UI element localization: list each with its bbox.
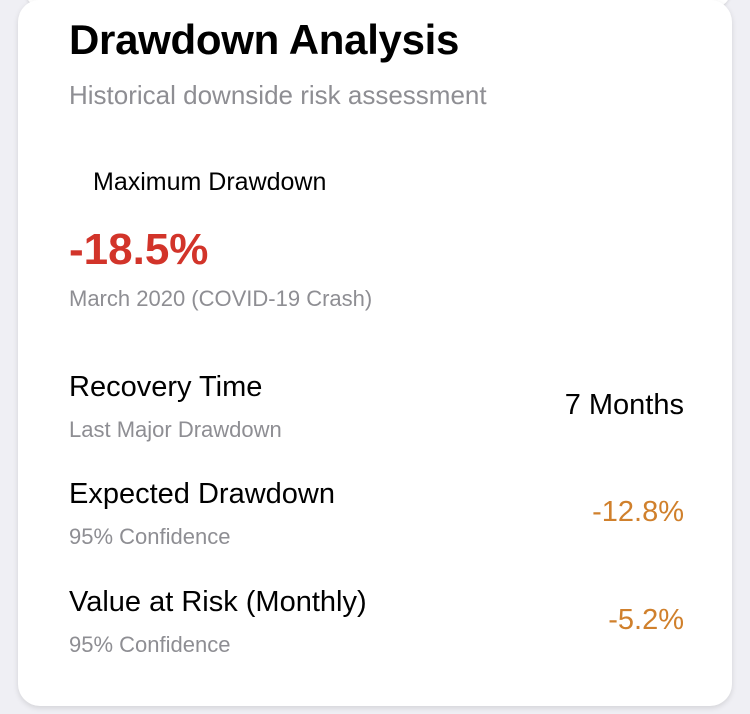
- metric-label: Value at Risk (Monthly): [69, 586, 367, 618]
- card-subtitle: Historical downside risk assessment: [69, 80, 487, 110]
- metric-label: Expected Drawdown: [69, 478, 335, 510]
- max-drawdown-value: -18.5%: [69, 225, 209, 274]
- drawdown-analysis-card: Drawdown Analysis Historical downside ri…: [18, 0, 732, 706]
- metric-row-recovery-time: Recovery Time Last Major Drawdown 7 Mont…: [69, 371, 684, 451]
- metric-value: 7 Months: [564, 389, 684, 421]
- metric-sublabel: Last Major Drawdown: [69, 417, 282, 442]
- metric-label: Recovery Time: [69, 371, 263, 403]
- metric-value: -5.2%: [608, 604, 684, 636]
- metric-sublabel: 95% Confidence: [69, 632, 231, 657]
- metric-value: -12.8%: [592, 496, 684, 528]
- max-drawdown-label: Maximum Drawdown: [93, 168, 327, 196]
- metric-row-expected-drawdown: Expected Drawdown 95% Confidence -12.8%: [69, 478, 684, 558]
- card-top-edge: [18, 0, 732, 14]
- card-title: Drawdown Analysis: [69, 16, 460, 63]
- metric-sublabel: 95% Confidence: [69, 524, 231, 549]
- max-drawdown-note: March 2020 (COVID-19 Crash): [69, 286, 373, 311]
- metric-row-value-at-risk: Value at Risk (Monthly) 95% Confidence -…: [69, 586, 684, 666]
